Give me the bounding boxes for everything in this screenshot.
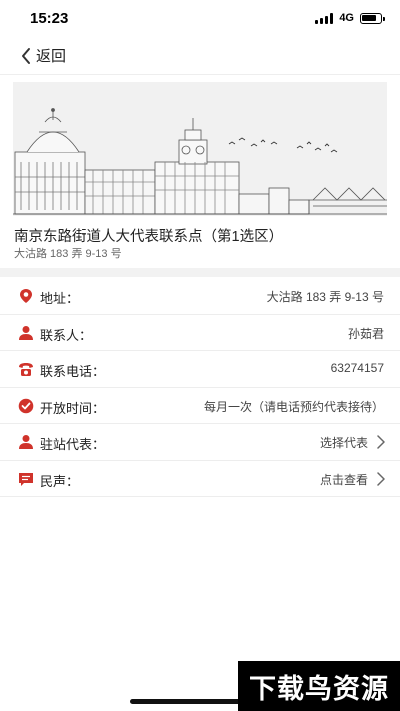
- watermark-logo: 下载鸟资源: [238, 661, 400, 711]
- chevron-left-icon: [22, 47, 30, 64]
- address-row: 地址： 大沽路 183 弄 9-13 号: [0, 278, 400, 315]
- public-voice-label: 民声：: [40, 473, 80, 489]
- nav-bar: 返回: [0, 40, 400, 75]
- battery-icon: [360, 12, 385, 24]
- address-value: 大沽路 183 弄 9-13 号: [266, 290, 384, 304]
- phone-value[interactable]: 63274157: [331, 361, 384, 375]
- representatives-value: 选择代表: [319, 436, 368, 450]
- status-time: 15:23: [30, 10, 69, 27]
- address-label: 地址：: [40, 291, 80, 306]
- open-time-label: 开放时间：: [40, 400, 106, 416]
- phone-row[interactable]: 联系电话： 63274157: [0, 351, 400, 388]
- bund-skyline-illustration: [13, 108, 387, 215]
- chevron-right-icon: [377, 435, 385, 449]
- contact-row: 联系人： 孙茹君: [0, 315, 400, 351]
- public-voice-row[interactable]: 民声： 点击查看: [0, 461, 400, 497]
- person-icon: [19, 435, 33, 449]
- location-pin-icon: [20, 289, 32, 303]
- representatives-label: 驻站代表：: [40, 437, 106, 452]
- site-title: 南京东路街道人大代表联系点（第1选区）: [14, 229, 284, 245]
- hero-image: [13, 82, 387, 216]
- status-indicators: 4G: [315, 12, 385, 24]
- public-voice-value: 点击查看: [319, 472, 368, 487]
- contact-label: 联系人：: [40, 327, 93, 343]
- status-bar: 15:23 4G: [0, 0, 400, 36]
- phone-label: 联系电话：: [40, 364, 106, 379]
- site-address-short: 大沽路 183 弄 9-13 号: [14, 248, 122, 260]
- info-list: 地址： 大沽路 183 弄 9-13 号 联系人： 孙茹君 联系电话： 6327…: [0, 278, 400, 497]
- back-button[interactable]: 返回: [20, 45, 66, 66]
- signal-icon: [315, 12, 334, 24]
- open-time-value: 每月一次（请电话预约代表接待）: [203, 399, 384, 414]
- clock-icon: [18, 398, 34, 413]
- representatives-row[interactable]: 驻站代表： 选择代表: [0, 424, 400, 461]
- contact-value: 孙茹君: [347, 326, 384, 341]
- phone-icon: [19, 363, 33, 376]
- section-divider: [0, 268, 400, 277]
- back-label: 返回: [36, 48, 67, 65]
- person-icon: [19, 325, 33, 340]
- chat-icon: [19, 472, 33, 486]
- chevron-right-icon: [377, 471, 385, 486]
- open-time-row: 开放时间： 每月一次（请电话预约代表接待）: [0, 388, 400, 424]
- network-type: 4G: [339, 12, 354, 24]
